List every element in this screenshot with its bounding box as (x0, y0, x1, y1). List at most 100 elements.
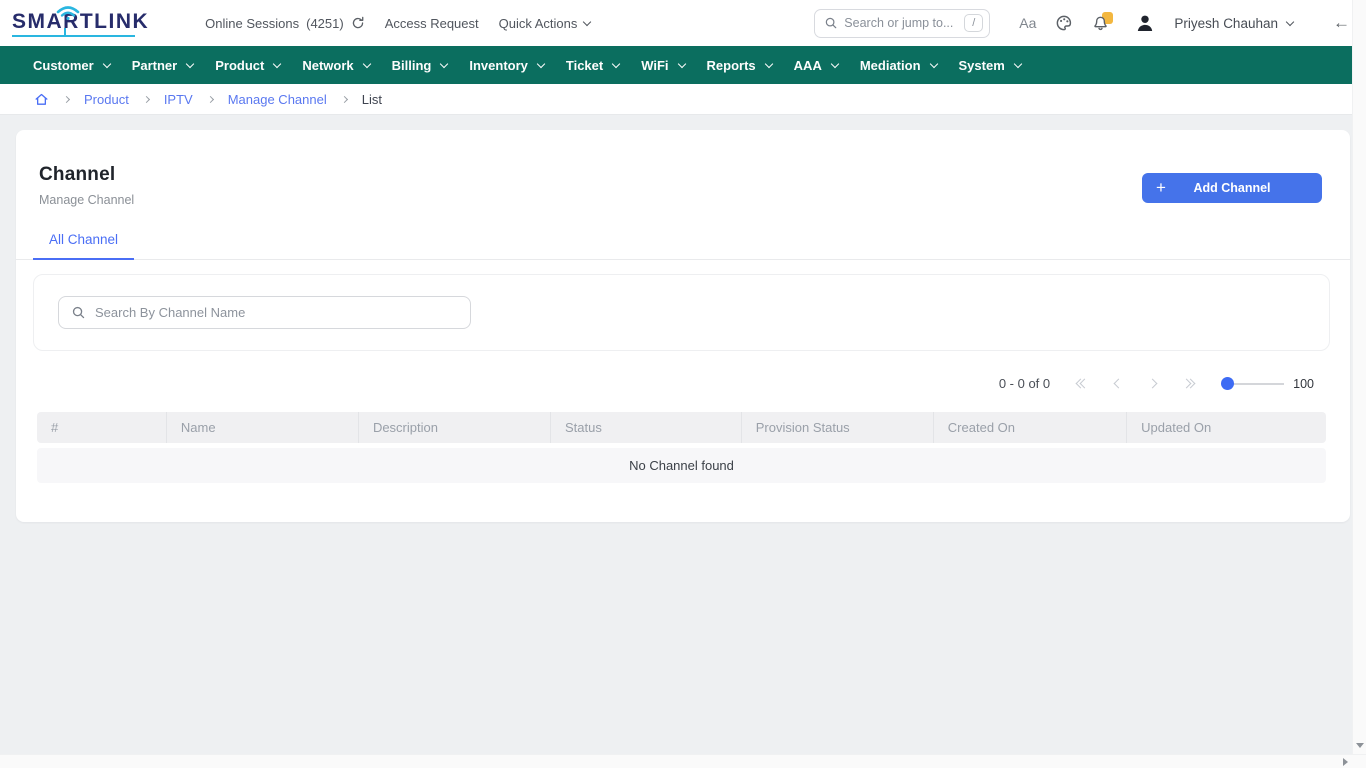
chevron-down-icon (764, 60, 772, 68)
chevron-down-icon (1014, 60, 1022, 68)
previous-page-button[interactable] (1115, 380, 1122, 387)
tabs: All Channel (16, 232, 1350, 260)
chevron-down-icon (537, 60, 545, 68)
horizontal-scrollbar[interactable] (0, 754, 1366, 768)
tab-all-channel[interactable]: All Channel (33, 232, 134, 260)
chevron-right-icon (143, 95, 150, 102)
nav-item-aaa[interactable]: AAA (794, 58, 838, 73)
page-title: Channel (39, 164, 134, 186)
smartlink-logo[interactable]: SMARTLINK (12, 11, 149, 36)
user-menu[interactable]: Priyesh Chauhan (1174, 16, 1293, 31)
nav-item-label: Reports (707, 58, 756, 73)
quick-actions-menu[interactable]: Quick Actions (499, 16, 591, 31)
pagination: 0 - 0 of 0 100 (16, 376, 1314, 391)
channel-search-input[interactable] (95, 305, 458, 320)
plus-icon: + (1156, 178, 1166, 198)
access-request-label: Access Request (385, 16, 479, 31)
vertical-scrollbar[interactable] (1352, 0, 1366, 754)
first-page-button[interactable] (1077, 380, 1088, 387)
title-block: Channel Manage Channel (39, 164, 134, 207)
bell-icon (1092, 15, 1109, 32)
last-page-button[interactable] (1183, 380, 1194, 387)
channel-search[interactable] (58, 296, 471, 329)
empty-state-row: No Channel found (37, 448, 1326, 483)
top-icons: Aa Priyesh Chauhan (1019, 13, 1350, 33)
font-size-toggle[interactable]: Aa (1019, 15, 1036, 31)
pagination-range: 0 - 0 of 0 (999, 376, 1050, 391)
next-page-button[interactable] (1149, 380, 1156, 387)
online-sessions-count: (4251) (306, 16, 344, 31)
empty-state-message: No Channel found (629, 458, 734, 473)
add-channel-button[interactable]: + Add Channel (1142, 173, 1322, 203)
table-header-row: # Name Description Status Provision Stat… (37, 412, 1326, 443)
nav-item-wifi[interactable]: WiFi (641, 58, 684, 73)
nav-item-label: Inventory (469, 58, 528, 73)
chevron-down-icon (186, 60, 194, 68)
search-icon (71, 305, 86, 320)
wifi-icon (55, 4, 81, 20)
back-arrow-icon[interactable]: ← (1333, 13, 1350, 33)
chevron-down-icon (1286, 18, 1294, 26)
nav-item-label: Billing (392, 58, 432, 73)
nav-item-product[interactable]: Product (215, 58, 280, 73)
breadcrumb-link-manage-channel[interactable]: Manage Channel (228, 92, 327, 107)
notifications-bell[interactable] (1092, 15, 1109, 32)
nav-item-system[interactable]: System (959, 58, 1021, 73)
nav-item-network[interactable]: Network (302, 58, 369, 73)
filter-panel (33, 274, 1330, 351)
theme-palette-icon[interactable] (1055, 14, 1073, 32)
add-channel-button-label: Add Channel (1193, 181, 1270, 195)
chevron-down-icon (831, 60, 839, 68)
page-subtitle: Manage Channel (39, 193, 134, 207)
channel-card: Channel Manage Channel + Add Channel All… (16, 130, 1350, 522)
breadcrumb: Product IPTV Manage Channel List (0, 84, 1366, 115)
global-search[interactable]: / (814, 9, 990, 38)
scroll-down-arrow[interactable] (1356, 743, 1364, 748)
column-header-updated-on: Updated On (1126, 412, 1326, 443)
column-header-name: Name (166, 412, 358, 443)
breadcrumb-link-iptv[interactable]: IPTV (164, 92, 193, 107)
app-root: SMARTLINK Online Sessions (4251) Access … (0, 0, 1366, 768)
nav-item-ticket[interactable]: Ticket (566, 58, 619, 73)
main-content: Channel Manage Channel + Add Channel All… (0, 115, 1366, 522)
chevron-right-icon (341, 95, 348, 102)
column-header-description: Description (358, 412, 550, 443)
chevron-down-icon (612, 60, 620, 68)
user-name: Priyesh Chauhan (1174, 16, 1278, 31)
global-search-input[interactable] (844, 16, 958, 30)
avatar[interactable] (1135, 13, 1155, 33)
nav-item-reports[interactable]: Reports (707, 58, 772, 73)
chevron-down-icon (273, 60, 281, 68)
nav-item-customer[interactable]: Customer (33, 58, 110, 73)
page-size-slider[interactable]: 100 (1221, 377, 1314, 391)
slider-handle[interactable] (1221, 377, 1234, 390)
access-request-link[interactable]: Access Request (385, 16, 479, 31)
nav-item-label: Product (215, 58, 264, 73)
column-header-provision-status: Provision Status (741, 412, 933, 443)
main-nav: Customer Partner Product Network Billing… (0, 46, 1366, 84)
slash-shortcut-badge: / (964, 14, 983, 32)
refresh-icon[interactable] (351, 16, 365, 30)
breadcrumb-link-product[interactable]: Product (84, 92, 129, 107)
nav-item-label: Ticket (566, 58, 603, 73)
chevron-down-icon (440, 60, 448, 68)
top-header: SMARTLINK Online Sessions (4251) Access … (0, 0, 1366, 46)
chevron-down-icon (583, 18, 591, 26)
chevron-down-icon (362, 60, 370, 68)
nav-item-label: Customer (33, 58, 94, 73)
nav-item-label: Partner (132, 58, 178, 73)
search-icon (824, 16, 838, 30)
nav-item-label: System (959, 58, 1005, 73)
nav-item-billing[interactable]: Billing (392, 58, 448, 73)
home-icon[interactable] (34, 92, 49, 107)
top-links: Online Sessions (4251) Access Request Qu… (205, 16, 590, 31)
nav-item-mediation[interactable]: Mediation (860, 58, 937, 73)
logo-underline (12, 35, 135, 37)
scroll-right-arrow[interactable] (1343, 758, 1348, 766)
quick-actions-label: Quick Actions (499, 16, 578, 31)
channel-table: # Name Description Status Provision Stat… (37, 412, 1326, 483)
card-header: Channel Manage Channel + Add Channel (16, 130, 1350, 207)
nav-item-inventory[interactable]: Inventory (469, 58, 544, 73)
breadcrumb-current: List (362, 92, 382, 107)
nav-item-partner[interactable]: Partner (132, 58, 194, 73)
